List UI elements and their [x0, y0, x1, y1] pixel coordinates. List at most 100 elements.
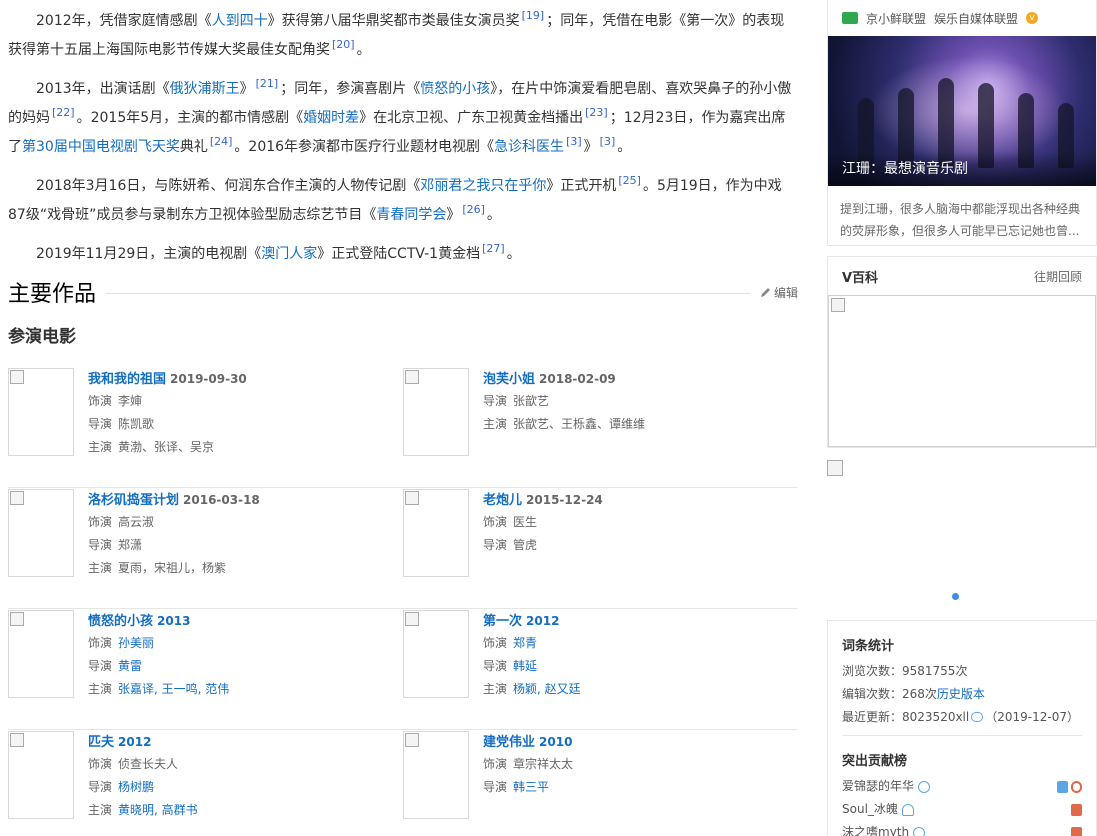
reference[interactable]: [19] — [522, 9, 545, 22]
carousel-dot[interactable] — [952, 593, 959, 600]
film-title-row: 匹夫 2012 — [88, 731, 198, 753]
credit-value[interactable]: 杨颖, 赵又廷 — [513, 682, 581, 696]
link-award[interactable]: 第30届中国电视剧飞天奖 — [22, 139, 180, 155]
credit-value: 高云淑 — [118, 515, 155, 529]
text: 2018年3月16日，与陈妍希、何润东合作主演的人物传记剧《 — [36, 178, 421, 194]
career-paragraph-2: 2013年，出演话剧《俄狄浦斯王》 [21] ；同年，参演喜剧片《愤怒的小孩》，在片… — [8, 72, 798, 159]
credit-value[interactable]: 孙美丽 — [118, 636, 154, 650]
contributor-name[interactable]: Soul_冰魄 — [842, 798, 898, 821]
credit-value: 张歆艺 — [513, 394, 550, 408]
film-credit: 饰演 李婶 — [88, 390, 247, 413]
link-drama[interactable]: 人到四十 — [212, 13, 268, 29]
divider — [842, 735, 1082, 736]
contributor-row[interactable]: 爱锦瑟的年华 — [842, 775, 1082, 798]
film-list: 我和我的祖国 2019-09-30 饰演 李婶 导演 陈凯歌 主演 黄渤、张译、吴京 泡芙小姐 2… — [8, 367, 798, 836]
film-date[interactable]: 2013 — [157, 614, 190, 628]
updater-name[interactable]: 8023520xll — [902, 710, 969, 724]
credit-role: 饰演 — [88, 515, 113, 529]
film-credit: 饰演 侦查长夫人 — [88, 753, 198, 776]
film-title[interactable]: 我和我的祖国 — [88, 372, 166, 387]
film-item: 洛杉矶捣蛋计划 2016-03-18 饰演 高云淑 导演 郑潇 主演 夏雨，宋祖儿，杨紫 — [8, 488, 403, 608]
reference[interactable]: [26] — [462, 203, 485, 216]
feature-description[interactable]: 提到江珊，很多人脑海中都能浮现出各种经典的荧屏形象，但很多人可能早已忘记她也曾.… — [828, 186, 1096, 242]
reference[interactable]: [23] — [585, 106, 608, 119]
credit-value[interactable]: 黄晓明, 高群书 — [118, 803, 198, 817]
text: 》在北京卫视、广东卫视黄金档播出 — [359, 110, 584, 126]
film-title-row: 愤怒的小孩 2013 — [88, 610, 229, 632]
contributor-row[interactable]: 沫之嗜myth — [842, 821, 1082, 836]
link-drama[interactable]: 澳门人家 — [261, 246, 317, 262]
credit-value[interactable]: 杨树鹏 — [118, 780, 154, 794]
link-play[interactable]: 俄狄浦斯王 — [170, 81, 240, 97]
link-film[interactable]: 愤怒的小孩 — [420, 81, 490, 97]
link-drama[interactable]: 婚姻时差 — [303, 110, 359, 126]
film-poster[interactable] — [8, 368, 74, 456]
text: 编辑次数：268次 — [842, 687, 937, 701]
film-title-row: 我和我的祖国 2019-09-30 — [88, 368, 247, 390]
link-drama[interactable]: 急诊科医生 — [494, 139, 564, 155]
film-poster[interactable] — [403, 610, 469, 698]
film-date[interactable]: 2012 — [118, 735, 151, 749]
credit-role: 导演 — [88, 538, 113, 552]
reference[interactable]: [22] — [52, 106, 75, 119]
film-credit: 饰演 高云淑 — [88, 511, 260, 534]
contributor-name[interactable]: 沫之嗜myth — [842, 821, 909, 836]
credit-value[interactable]: 韩延 — [513, 659, 537, 673]
reference[interactable]: [3] — [566, 135, 582, 148]
feature-card[interactable]: 京小鲜联盟 娱乐自媒体联盟 v 江珊：最想演音乐剧 提到江珊，很多人脑海中都能浮… — [827, 0, 1097, 246]
feature-caption[interactable]: 江珊：最想演音乐剧 — [828, 152, 1096, 186]
reference[interactable]: [24] — [210, 135, 233, 148]
reference[interactable]: [25] — [618, 174, 641, 187]
history-link[interactable]: 历史版本 — [937, 687, 985, 701]
vbaike-card: V百科 往期回顾 — [827, 256, 1097, 448]
reference[interactable]: [20] — [332, 38, 355, 51]
entry-stats: 词条统计 浏览次数：9581755次 编辑次数：268次历史版本 最近更新：80… — [827, 620, 1097, 836]
text: ；同年，参演喜剧片《 — [280, 81, 421, 97]
film-poster[interactable] — [403, 731, 469, 819]
film-title[interactable]: 洛杉矶捣蛋计划 — [88, 493, 179, 508]
archive-link[interactable]: 往期回顾 — [1034, 268, 1082, 285]
film-credit: 主演 夏雨，宋祖儿，杨紫 — [88, 557, 260, 580]
film-poster[interactable] — [8, 489, 74, 577]
film-title[interactable]: 老炮儿 — [483, 493, 522, 508]
credit-role: 导演 — [483, 394, 508, 408]
film-credit: 导演 韩延 — [483, 655, 581, 678]
film-credit: 主演 黄晓明, 高群书 — [88, 799, 198, 822]
contributor-name[interactable]: 爱锦瑟的年华 — [842, 775, 914, 798]
credit-value[interactable]: 张嘉译, 王一鸣, 范伟 — [118, 682, 229, 696]
broken-image-icon — [827, 460, 843, 476]
reference[interactable]: [27] — [482, 242, 505, 255]
edit-button[interactable]: 编辑 — [750, 284, 798, 301]
film-title[interactable]: 匹夫 — [88, 735, 114, 750]
source-name-2[interactable]: 娱乐自媒体联盟 — [934, 10, 1018, 27]
film-poster[interactable] — [403, 489, 469, 577]
film-poster[interactable] — [8, 731, 74, 819]
film-title[interactable]: 建党伟业 — [483, 735, 535, 750]
last-updated: 最近更新：8023520xll （2019-12-07） — [842, 706, 1082, 729]
film-poster[interactable] — [403, 368, 469, 456]
vbaike-image[interactable] — [828, 295, 1096, 447]
film-title[interactable]: 愤怒的小孩 — [88, 614, 153, 629]
credit-value[interactable]: 韩三平 — [513, 780, 549, 794]
film-poster[interactable] — [8, 610, 74, 698]
contributor-row[interactable]: Soul_冰魄 — [842, 798, 1082, 821]
film-date[interactable]: 2012 — [526, 614, 559, 628]
film-title[interactable]: 第一次 — [483, 614, 522, 629]
link-drama[interactable]: 邓丽君之我只在乎你 — [420, 178, 546, 194]
user-level-icon — [971, 712, 984, 722]
user-level-icon — [918, 780, 931, 793]
film-credit: 主演 张嘉译, 王一鸣, 范伟 — [88, 678, 229, 701]
user-level-icon — [913, 826, 926, 836]
reference[interactable]: [3] — [600, 135, 616, 148]
credit-role: 导演 — [483, 538, 508, 552]
feature-image[interactable]: 江珊：最想演音乐剧 — [828, 36, 1096, 186]
credit-value[interactable]: 黄雷 — [118, 659, 142, 673]
film-title-row: 老炮儿 2015-12-24 — [483, 489, 603, 511]
reference[interactable]: [21] — [256, 77, 279, 90]
link-show[interactable]: 青春同学会 — [376, 207, 446, 223]
film-title[interactable]: 泡芙小姐 — [483, 372, 535, 387]
film-date[interactable]: 2010 — [539, 735, 572, 749]
source-name[interactable]: 京小鲜联盟 — [866, 10, 926, 27]
credit-value[interactable]: 郑青 — [513, 636, 537, 650]
flame-icon — [1071, 803, 1082, 816]
